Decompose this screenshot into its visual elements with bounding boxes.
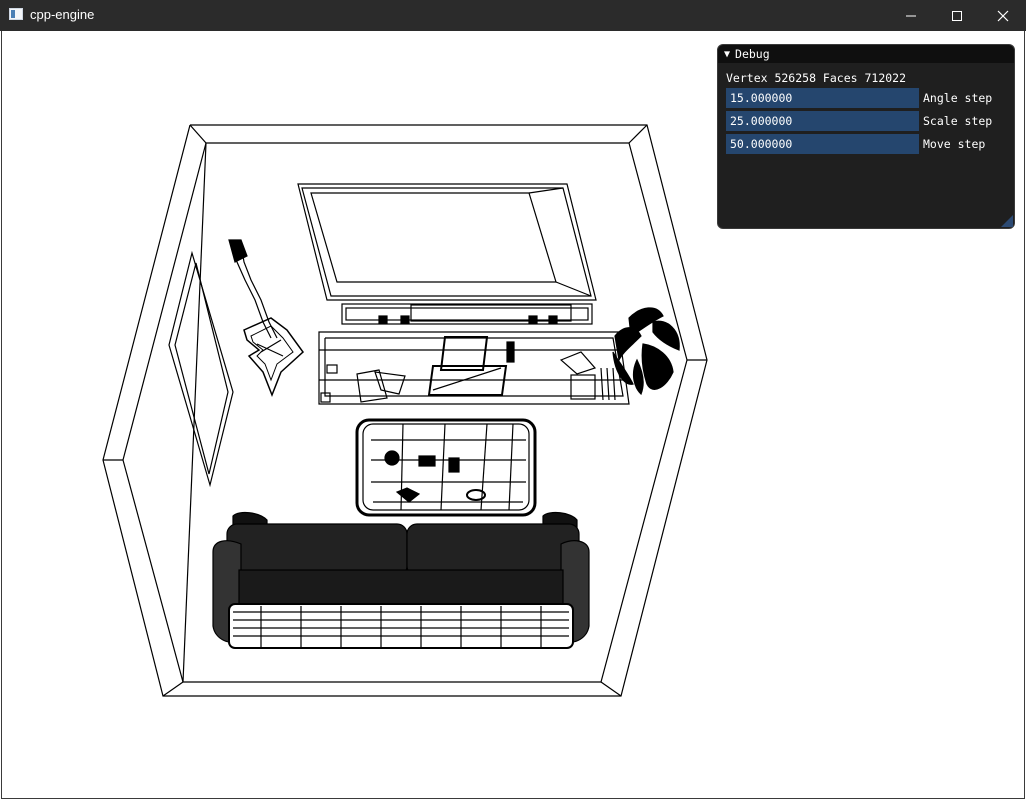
angle-step-input[interactable] [726, 88, 919, 108]
debug-panel-title: Debug [735, 47, 770, 61]
tv-cabinet [318, 331, 630, 405]
debug-panel-header[interactable]: ▼ Debug [718, 45, 1014, 63]
resize-grip[interactable] [1001, 215, 1013, 227]
minimize-icon [906, 15, 916, 16]
collapse-arrow-icon[interactable]: ▼ [724, 49, 730, 60]
scale-step-label: Scale step [923, 114, 993, 128]
window-title: cpp-engine [30, 7, 95, 22]
maximize-icon [952, 10, 962, 21]
wall-painting [168, 250, 234, 488]
move-step-input[interactable] [726, 134, 919, 154]
guitar-model [228, 239, 305, 398]
debug-panel[interactable]: ▼ Debug Vertex 526258 Faces 712022 Angle… [717, 44, 1015, 229]
close-button[interactable] [980, 0, 1026, 31]
app-icon [9, 8, 23, 20]
coffee-table [355, 418, 537, 517]
media-shelf [341, 303, 593, 325]
sofa-model [212, 511, 590, 649]
angle-step-row: Angle step [726, 88, 1010, 108]
close-icon [997, 10, 1009, 21]
move-step-label: Move step [923, 137, 986, 151]
minimize-button[interactable] [888, 0, 934, 31]
scale-step-row: Scale step [726, 111, 1010, 131]
scale-step-input[interactable] [726, 111, 919, 131]
move-step-row: Move step [726, 134, 1010, 154]
angle-step-label: Angle step [923, 91, 993, 105]
mesh-stats: Vertex 526258 Faces 712022 [726, 71, 907, 85]
title-bar[interactable]: cpp-engine [0, 0, 1026, 31]
tv-screen [297, 183, 597, 301]
maximize-button[interactable] [934, 0, 980, 31]
plant-model [612, 307, 680, 396]
